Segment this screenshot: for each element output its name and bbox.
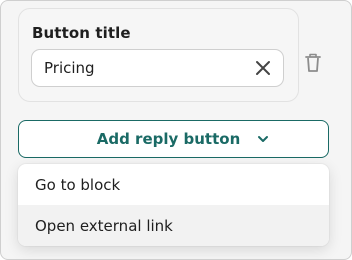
trash-icon[interactable]: [303, 52, 323, 74]
menu-item-open-external-link[interactable]: Open external link: [18, 205, 329, 246]
button-title-value[interactable]: Pricing: [44, 59, 95, 77]
button-settings-card: Button title Pricing: [18, 8, 299, 102]
add-reply-button-label: Add reply button: [96, 130, 241, 148]
button-title-label: Button title: [32, 24, 131, 42]
menu-item-go-to-block[interactable]: Go to block: [18, 164, 329, 205]
add-reply-button[interactable]: Add reply button: [18, 120, 329, 158]
chevron-down-icon: [258, 136, 269, 142]
close-icon[interactable]: [253, 58, 273, 78]
editor-panel: Button title Pricing Add reply button Go…: [0, 0, 352, 260]
reply-button-menu: Go to block Open external link: [18, 164, 329, 246]
button-title-input[interactable]: Pricing: [31, 49, 284, 87]
